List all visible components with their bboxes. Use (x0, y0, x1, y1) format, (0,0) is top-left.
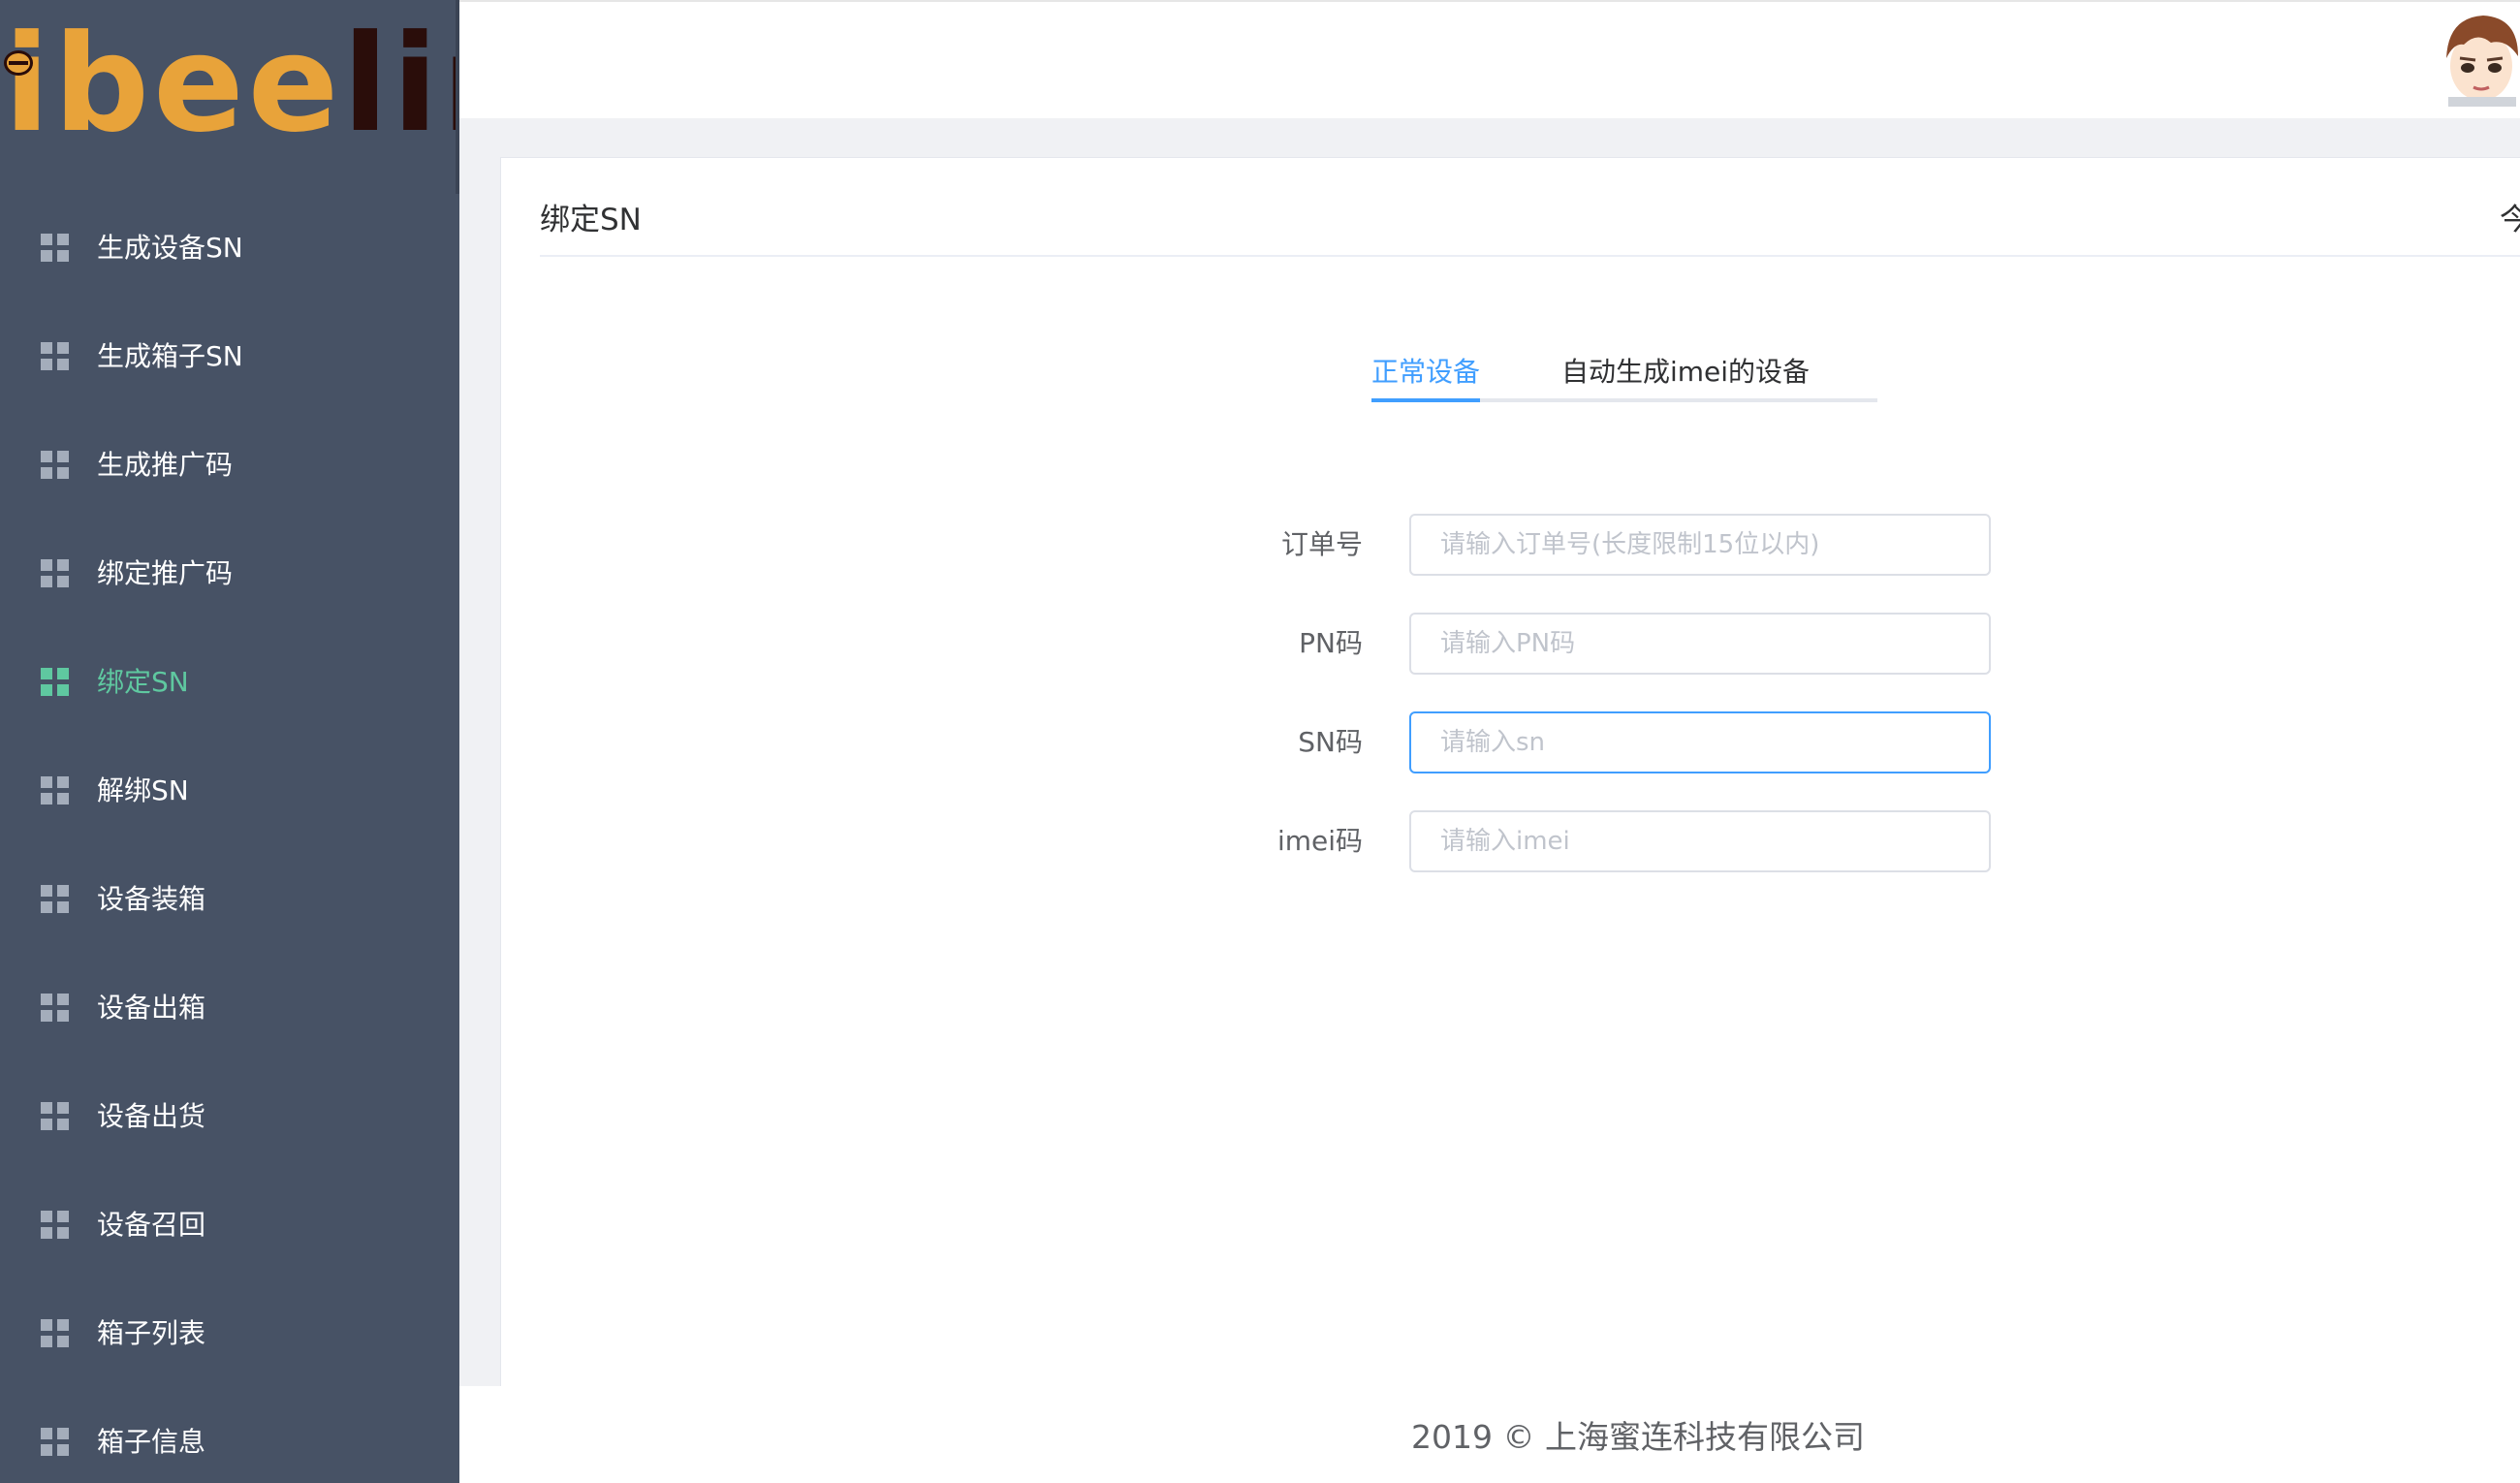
card-header-extra: 今 (2500, 203, 2520, 237)
grid-icon (41, 559, 70, 588)
sidebar-item-label: 箱子列表 (97, 1317, 206, 1349)
sidebar-item-label: 绑定SN (97, 666, 189, 698)
sn-code-input[interactable] (1409, 711, 1991, 773)
grid-icon (41, 885, 70, 914)
sidebar-item-label: 生成箱子SN (97, 340, 243, 372)
sidebar-item-generate-box-sn[interactable]: 生成箱子SN (0, 302, 459, 411)
sn-code-label: SN码 (1298, 726, 1363, 758)
sidebar-item-label: 箱子信息 (97, 1426, 206, 1458)
device-type-tabs: 正常设备 自动生成imei的设备 (1371, 344, 1877, 406)
logo[interactable]: ibeelink (0, 0, 630, 194)
imei-code-label: imei码 (1276, 825, 1363, 857)
sidebar-item-label: 生成推广码 (97, 449, 234, 481)
sidebar-item-label: 绑定推广码 (97, 557, 234, 589)
content-gutter (459, 157, 504, 1386)
grid-icon (41, 234, 70, 263)
grid-icon (41, 776, 70, 805)
sidebar-item-device-unboxing[interactable]: 设备出箱 (0, 954, 459, 1062)
pn-code-input[interactable] (1409, 613, 1991, 675)
order-number-input[interactable] (1409, 514, 1991, 576)
form-row-order-number: 订单号 (1192, 514, 1997, 576)
grid-icon (41, 342, 70, 371)
tab-auto-imei-device[interactable]: 自动生成imei的设备 (1561, 344, 1810, 400)
sidebar-item-box-info[interactable]: 箱子信息 (0, 1388, 459, 1483)
sidebar-item-box-list[interactable]: 箱子列表 (0, 1279, 459, 1388)
grid-icon (41, 1211, 70, 1240)
sidebar-item-generate-promo-code[interactable]: 生成推广码 (0, 411, 459, 520)
sidebar-item-bind-sn[interactable]: 绑定SN (0, 628, 459, 737)
grid-icon (41, 1319, 70, 1348)
bee-icon (4, 50, 33, 76)
active-tab-indicator (1371, 398, 1480, 402)
sidebar-item-label: 设备出货 (97, 1100, 206, 1132)
sidebar-item-label: 解绑SN (97, 774, 189, 806)
header-separator-band (459, 118, 2520, 157)
sidebar-item-device-boxing[interactable]: 设备装箱 (0, 845, 459, 954)
grid-icon (41, 668, 70, 697)
sidebar-item-label: 设备装箱 (97, 883, 206, 915)
user-avatar[interactable] (2439, 10, 2520, 107)
grid-icon (41, 451, 70, 480)
grid-icon (41, 1102, 70, 1131)
sidebar-item-bind-promo-code[interactable]: 绑定推广码 (0, 520, 459, 628)
sidebar-item-device-recall[interactable]: 设备召回 (0, 1171, 459, 1279)
tab-normal-device[interactable]: 正常设备 (1371, 344, 1480, 400)
page-footer: 2019 © 上海蜜连科技有限公司 (459, 1386, 2520, 1483)
sidebar-item-unbind-sn[interactable]: 解绑SN (0, 737, 459, 845)
pn-code-label: PN码 (1299, 627, 1363, 659)
form-row-imei-code: imei码 (1192, 810, 1997, 872)
copyright-text: 2019 © 上海蜜连科技有限公司 (1411, 1418, 1865, 1456)
grid-icon (41, 1428, 70, 1457)
top-header (459, 0, 2520, 118)
grid-icon (41, 994, 70, 1023)
sidebar-item-device-shipping[interactable]: 设备出货 (0, 1062, 459, 1171)
logo-part-1: ibee (4, 6, 343, 162)
form-row-sn-code: SN码 (1192, 711, 1997, 773)
sidebar-item-label: 设备召回 (97, 1209, 206, 1241)
sidebar-item-label: 设备出箱 (97, 992, 206, 1024)
page-title: 绑定SN (540, 203, 642, 237)
sidebar: ibeelink 生成设备SN 生成箱子SN 生成推广码 绑定推广码 绑定SN … (0, 0, 630, 1483)
imei-code-input[interactable] (1409, 810, 1991, 872)
sidebar-item-generate-device-sn[interactable]: 生成设备SN (0, 194, 459, 302)
sidebar-item-label: 生成设备SN (97, 232, 243, 264)
card-divider (540, 255, 2520, 257)
form-row-pn-code: PN码 (1192, 613, 1997, 675)
order-number-label: 订单号 (1280, 528, 1363, 560)
